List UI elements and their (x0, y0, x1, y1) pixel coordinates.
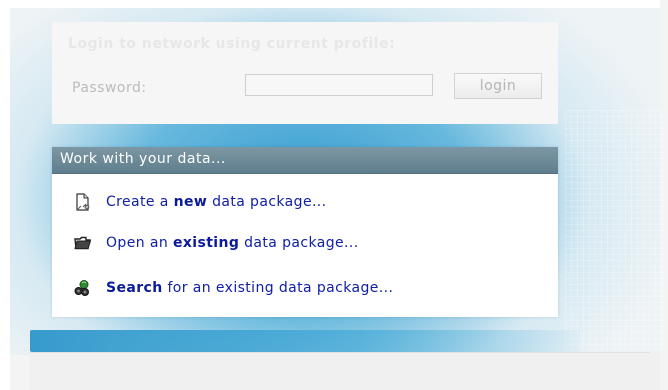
data-panel-header: Work with your data... (52, 147, 558, 174)
create-bold: new (173, 194, 208, 210)
create-pre: Create a (106, 194, 174, 210)
create-post: data package... (207, 194, 327, 210)
binoculars-icon (74, 279, 92, 297)
create-new-package-link[interactable]: Create a new data package... (74, 190, 327, 214)
footer-band (30, 352, 660, 390)
login-title: Login to network using current profile: (68, 36, 396, 52)
page-background: Login to network using current profile: … (0, 0, 668, 390)
search-bold: Search (106, 280, 163, 296)
open-existing-package-text: Open an existing data package... (106, 235, 359, 251)
background-pattern (565, 110, 665, 350)
login-panel: Login to network using current profile: … (52, 22, 558, 124)
open-bold: existing (172, 235, 240, 251)
glow-bottom-edge (30, 330, 580, 352)
open-pre: Open an (106, 235, 173, 251)
search-package-text: Search for an existing data package... (106, 280, 393, 296)
open-folder-icon (74, 234, 92, 252)
open-post: data package... (239, 235, 359, 251)
password-label: Password: (72, 80, 147, 96)
left-rail (0, 0, 10, 390)
open-existing-package-link[interactable]: Open an existing data package... (74, 231, 359, 255)
new-document-icon (74, 193, 92, 211)
footer-divider (30, 352, 650, 353)
search-package-link[interactable]: Search for an existing data package... (74, 276, 393, 300)
search-post: for an existing data package... (162, 280, 394, 296)
data-panel: Work with your data... Create a new data… (52, 147, 558, 317)
create-new-package-text: Create a new data package... (106, 194, 327, 210)
password-input[interactable] (245, 74, 433, 96)
login-button[interactable]: login (454, 73, 542, 99)
data-panel-title: Work with your data... (60, 151, 226, 167)
top-strip (10, 0, 660, 8)
